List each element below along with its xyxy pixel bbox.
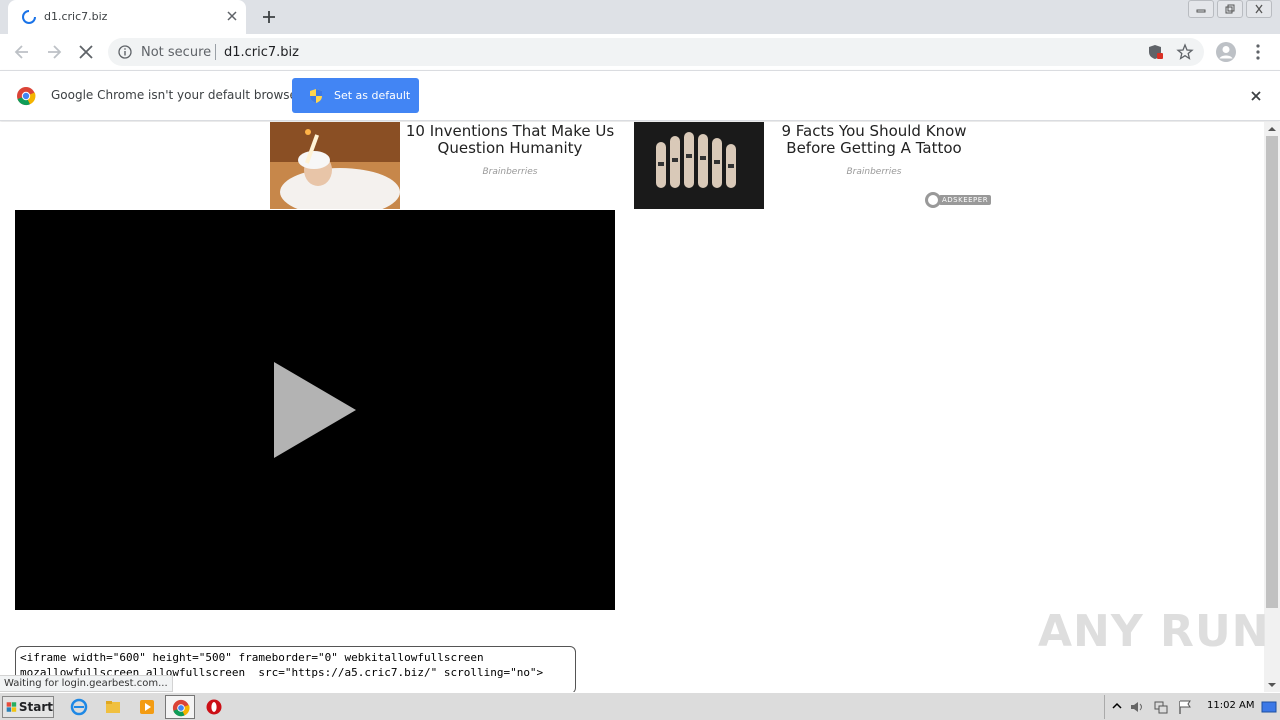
tab-strip: d1.cric7.biz (0, 0, 1280, 34)
watermark: ANY RUN (1038, 606, 1270, 657)
close-window-icon (1255, 4, 1263, 14)
ad-network-label: ADSKEEPER (939, 195, 992, 205)
infobar-message: Google Chrome isn't your default browser (51, 88, 302, 102)
default-browser-infobar: Google Chrome isn't your default browser… (0, 70, 1280, 121)
new-tab-icon[interactable] (260, 8, 278, 26)
set-as-default-label: Set as default (334, 89, 411, 102)
close-window-button[interactable] (1246, 0, 1272, 18)
action-center-flag-icon[interactable] (1177, 699, 1193, 715)
file-explorer-icon[interactable] (104, 698, 122, 716)
profile-avatar-icon[interactable] (1215, 41, 1237, 63)
start-label: Start (18, 700, 53, 714)
blocked-content-icon[interactable] (1148, 44, 1164, 60)
ad-thumbnail[interactable] (634, 122, 764, 209)
scroll-up-icon[interactable] (1264, 122, 1280, 136)
uac-shield-icon (310, 88, 322, 103)
address-bar[interactable]: Not secure d1.cric7.biz (108, 38, 1204, 66)
show-hidden-icons-icon[interactable] (1109, 699, 1125, 715)
adskeeper-logo[interactable]: ADSKEEPER (925, 192, 997, 208)
window-controls (1185, 0, 1272, 18)
menu-dots-icon[interactable] (1250, 42, 1266, 62)
volume-icon[interactable] (1129, 699, 1145, 715)
browser-tab[interactable]: d1.cric7.biz (8, 0, 246, 34)
stop-loading-icon[interactable] (76, 42, 96, 62)
minimize-button[interactable] (1188, 0, 1214, 18)
ad-title[interactable]: 9 Facts You Should Know Before Getting A… (764, 123, 984, 157)
status-bubble: Waiting for login.gearbest.com... (0, 675, 173, 692)
chrome-taskbar-button[interactable] (165, 695, 195, 719)
security-label: Not secure (141, 45, 212, 60)
network-icon[interactable] (1153, 699, 1169, 715)
video-player[interactable] (15, 210, 615, 610)
ad-thumbnail[interactable] (270, 122, 400, 209)
windows-logo-icon (6, 702, 17, 712)
ad-card[interactable]: 10 Inventions That Make Us Question Huma… (270, 122, 620, 210)
info-icon[interactable] (118, 45, 132, 59)
chrome-logo-icon (17, 87, 36, 106)
url-text[interactable]: d1.cric7.biz (224, 45, 299, 60)
minimize-icon (1196, 9, 1206, 13)
separator (215, 44, 216, 60)
ad-source: Brainberries (482, 167, 538, 177)
scroll-thumb[interactable] (1266, 136, 1278, 608)
ad-title[interactable]: 10 Inventions That Make Us Question Huma… (400, 123, 620, 157)
chrome-icon (172, 699, 190, 717)
bookmark-star-icon[interactable] (1176, 43, 1194, 61)
clock[interactable]: 11:02 AM (1207, 700, 1254, 711)
system-tray: 11:02 AM (1104, 695, 1278, 719)
set-as-default-button[interactable]: Set as default (292, 78, 419, 113)
opera-icon[interactable] (205, 698, 223, 716)
loading-spinner-icon (22, 10, 36, 24)
play-icon[interactable] (274, 362, 356, 458)
show-desktop-icon[interactable] (1261, 699, 1277, 715)
media-player-icon[interactable] (138, 698, 156, 716)
close-tab-icon[interactable] (225, 9, 239, 23)
restore-button[interactable] (1217, 0, 1243, 18)
tab-title: d1.cric7.biz (44, 10, 108, 23)
start-button[interactable]: Start (2, 696, 54, 718)
forward-arrow-icon[interactable] (44, 42, 64, 62)
ad-source: Brainberries (846, 167, 902, 177)
restore-icon (1225, 4, 1235, 14)
browser-toolbar: Not secure d1.cric7.biz (0, 34, 1280, 70)
scroll-down-icon[interactable] (1264, 678, 1280, 692)
back-arrow-icon[interactable] (12, 42, 32, 62)
close-infobar-icon[interactable] (1248, 88, 1264, 104)
taskbar: Start 11:02 AM (0, 692, 1280, 720)
internet-explorer-icon[interactable] (70, 698, 88, 716)
